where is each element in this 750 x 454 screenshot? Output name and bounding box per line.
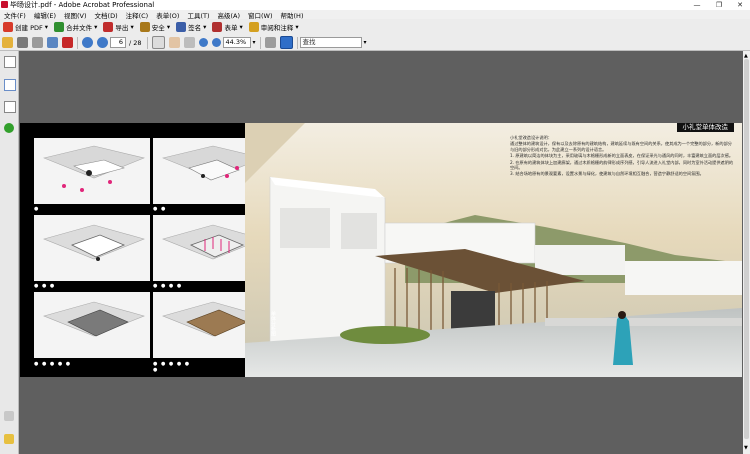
lock-icon xyxy=(139,22,150,32)
page-number-input[interactable]: 6 xyxy=(110,37,126,48)
menu-file[interactable]: 文件(F) xyxy=(0,10,30,20)
combine-files-icon xyxy=(54,22,65,32)
zoom-in-icon[interactable] xyxy=(211,38,221,47)
forms-button[interactable]: 表单 ▾ xyxy=(209,20,245,34)
menu-comments[interactable]: 注释(C) xyxy=(122,10,153,20)
save-icon[interactable] xyxy=(32,37,43,48)
create-pdf-button[interactable]: 创建 PDF ▾ xyxy=(0,20,51,34)
navigation-pane xyxy=(0,51,19,454)
page-total-label: / 28 xyxy=(129,38,142,47)
create-pdf-icon xyxy=(3,22,13,32)
separator xyxy=(296,36,298,49)
restore-button[interactable]: ❐ xyxy=(708,0,730,10)
previous-page-icon[interactable] xyxy=(82,37,93,48)
thumbnail-label: ● xyxy=(34,206,40,212)
page-heading: 小礼堂单体改造 xyxy=(676,123,734,132)
menu-advanced[interactable]: 高级(A) xyxy=(213,10,244,20)
paragraph: 2. 在原有的建筑体块上加建廊架，通过木质格栅的韵律形成序列感，引导人流进入礼堂… xyxy=(510,159,734,171)
review-icon xyxy=(248,22,259,32)
thumbnail-label: ● ● ● ● xyxy=(153,283,183,289)
scroll-thumb[interactable] xyxy=(744,59,749,439)
vertical-section-title: 单体分析图 xyxy=(270,311,276,336)
separator xyxy=(259,36,261,49)
menu-edit[interactable]: 编辑(E) xyxy=(30,10,60,20)
help-icon[interactable] xyxy=(4,123,14,133)
pages-panel-icon[interactable] xyxy=(4,56,16,68)
diagram-thumbnail xyxy=(34,292,150,358)
chevron-down-icon[interactable]: ▾ xyxy=(253,39,256,46)
form-icon xyxy=(212,22,223,32)
email-icon[interactable] xyxy=(47,37,58,48)
signatures-panel-icon[interactable] xyxy=(4,101,16,113)
title-bar: 毕旸设计.pdf - Adobe Acrobat Professional — … xyxy=(0,0,750,10)
open-folder-icon[interactable] xyxy=(2,37,13,48)
thumbnail-label: ● ● ● ● ● xyxy=(34,361,72,367)
thumbnail-label: ● ● xyxy=(153,206,167,212)
menu-window[interactable]: 窗口(W) xyxy=(244,10,277,20)
scroll-down-icon[interactable]: ▼ xyxy=(744,445,748,451)
menu-tools[interactable]: 工具(T) xyxy=(183,10,213,20)
adobe-icon[interactable] xyxy=(62,37,73,48)
select-cursor-icon[interactable] xyxy=(151,36,165,49)
paragraph: 1. 原建筑以简洁的体块为主，采用玻璃与木格栅形成新的立面表皮，在保证采光与通风… xyxy=(510,153,734,159)
menu-bar: 文件(F) 编辑(E) 视图(V) 文档(D) 注释(C) 表单(O) 工具(T… xyxy=(0,10,750,20)
security-button[interactable]: 安全 ▾ xyxy=(137,20,173,34)
zoom-level-field[interactable]: 44.3% xyxy=(222,37,251,48)
diagram-thumbnail xyxy=(34,215,150,281)
acrobat-app-icon xyxy=(1,1,8,8)
paragraph: 3. 结合场地原有的景观要素，设置水景与绿化，使建筑与自然环境相互融合，营造宁静… xyxy=(510,171,704,177)
pen-icon xyxy=(176,22,187,32)
paragraph: 小礼堂改造设计说明： xyxy=(510,135,552,140)
navigation-toolbar: 6 / 28 44.3% ▾ 查找 ▾ xyxy=(0,35,750,51)
minimize-button[interactable]: — xyxy=(686,0,708,10)
search-input[interactable]: 查找 xyxy=(299,37,362,48)
thumbnail-label: ● ● ● ● ● ● xyxy=(153,361,191,373)
combine-files-button[interactable]: 合并文件 ▾ xyxy=(51,20,100,34)
fit-width-icon[interactable] xyxy=(279,36,293,49)
menu-help[interactable]: 帮助(H) xyxy=(277,10,308,20)
menu-forms[interactable]: 表单(O) xyxy=(152,10,183,20)
attachments-icon[interactable] xyxy=(4,411,14,421)
paragraph: 通过整体的建筑设计，保有以及去除原有的建筑结构，建筑延续与既有空间的关系，使其成… xyxy=(510,141,732,152)
zoom-marquee-icon[interactable] xyxy=(183,37,195,48)
comments-icon[interactable] xyxy=(4,434,14,444)
diagram-thumbnail xyxy=(34,138,150,204)
zoom-out-icon[interactable] xyxy=(198,38,208,47)
print-icon[interactable] xyxy=(17,37,28,48)
search-options-chevron-icon[interactable]: ▾ xyxy=(364,39,367,46)
export-icon xyxy=(103,22,114,32)
review-comment-button[interactable]: 审阅和注释 ▾ xyxy=(246,20,302,34)
vertical-scrollbar[interactable]: ▲ ▼ xyxy=(743,51,750,454)
window-title: 毕旸设计.pdf - Adobe Acrobat Professional xyxy=(10,1,155,9)
thumbnail-label: ● ● ● xyxy=(34,283,56,289)
export-button[interactable]: 导出 ▾ xyxy=(100,20,136,34)
menu-document[interactable]: 文档(D) xyxy=(91,10,122,20)
tasks-toolbar: 创建 PDF ▾ 合并文件 ▾ 导出 ▾ 安全 ▾ 签名 ▾ 表单 ▾ 审阅和注… xyxy=(0,19,750,36)
bookmarks-panel-icon[interactable] xyxy=(4,79,16,91)
close-button[interactable]: ✕ xyxy=(729,0,750,10)
design-description: 小礼堂改造设计说明： 通过整体的建筑设计，保有以及去除原有的建筑结构，建筑延续与… xyxy=(510,135,734,178)
next-page-icon[interactable] xyxy=(97,37,108,48)
pdf-page: ● ● ● ● ● ● ● ● ● ● ● ● ● ● ● ● ● ● ● ● … xyxy=(20,123,742,377)
separator xyxy=(77,36,78,49)
sign-button[interactable]: 签名 ▾ xyxy=(173,20,209,34)
hand-tool-icon[interactable] xyxy=(168,37,180,48)
menu-view[interactable]: 视图(V) xyxy=(60,10,91,20)
separator xyxy=(146,36,148,49)
fit-page-icon[interactable] xyxy=(264,37,276,48)
